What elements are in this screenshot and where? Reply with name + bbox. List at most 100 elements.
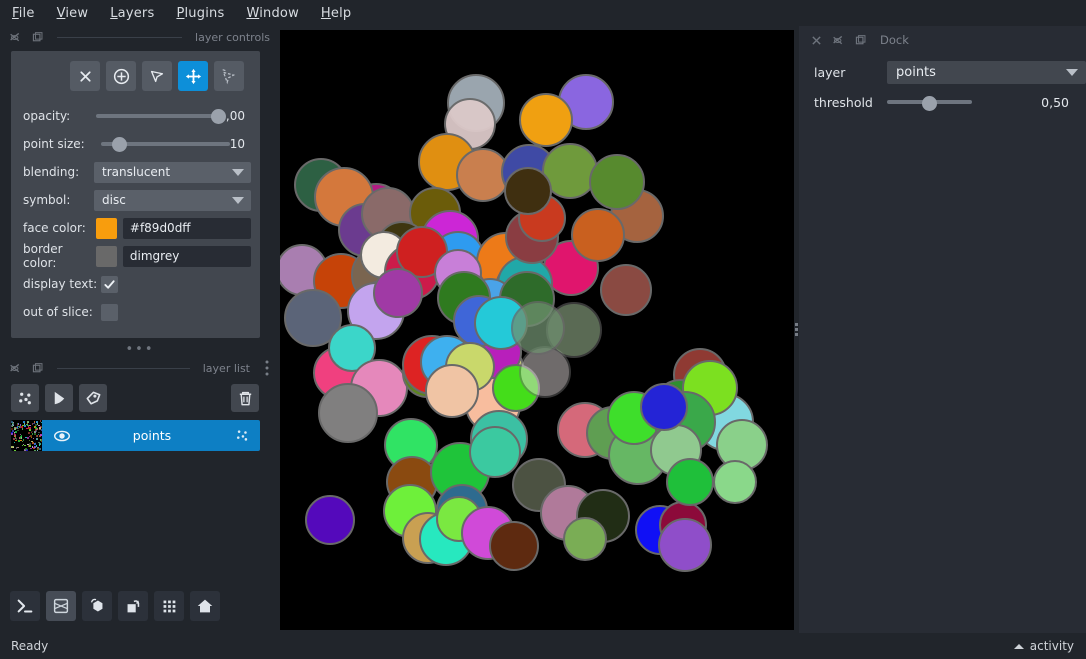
menu-bar: File View Layers Plugins Window Help — [0, 0, 1086, 26]
status-bar: Ready activity — [0, 633, 1086, 659]
symbol-row: symbol: disc — [20, 186, 251, 214]
undock-icon[interactable] — [31, 362, 44, 375]
canvas-point[interactable] — [713, 459, 757, 504]
activity-toggle[interactable]: activity — [1013, 639, 1074, 653]
canvas-point[interactable] — [511, 300, 565, 355]
grid-view-button[interactable] — [154, 591, 184, 621]
close-icon[interactable] — [810, 34, 823, 47]
points-icon — [18, 392, 31, 404]
new-shapes-button[interactable] — [45, 384, 73, 412]
dock-layer-dropdown[interactable]: points — [887, 60, 1086, 84]
undock-icon[interactable] — [31, 31, 44, 44]
canvas-point[interactable] — [666, 457, 714, 506]
thumbnail-dot — [16, 425, 19, 428]
pan-zoom-tool[interactable] — [178, 61, 208, 91]
dock-threshold-row: threshold 0,50 — [799, 87, 1086, 117]
layer-controls-header: layer controls — [0, 26, 280, 48]
transpose-dims-button[interactable] — [118, 591, 148, 621]
layer-controls-card: opacity: 1,00 point size: 10 blending: t… — [11, 51, 260, 338]
canvas-point[interactable] — [318, 382, 378, 443]
float-icon[interactable] — [832, 34, 845, 47]
chevron-down-icon — [232, 196, 244, 204]
thumbnail-dot — [40, 421, 42, 424]
thumbnail-dot — [11, 433, 13, 435]
thumbnail-dot — [34, 449, 36, 451]
canvas-point[interactable] — [658, 517, 712, 572]
canvas-point[interactable] — [373, 267, 423, 318]
ndisplay-button[interactable] — [46, 591, 76, 621]
dock-threshold-label: threshold — [814, 94, 873, 110]
home-button[interactable] — [190, 591, 220, 621]
new-points-button[interactable] — [11, 384, 39, 412]
transform-icon — [222, 69, 236, 85]
console-button[interactable] — [10, 591, 40, 621]
transform-tool[interactable] — [214, 61, 244, 91]
canvas-point[interactable] — [425, 363, 479, 418]
thumbnail-dot — [38, 447, 41, 450]
canvas-point[interactable] — [469, 425, 521, 478]
threshold-slider[interactable] — [887, 93, 972, 111]
layer-visibility-toggle[interactable] — [52, 426, 72, 446]
dock-layer-value: points — [896, 64, 936, 80]
canvas-point[interactable] — [504, 166, 552, 215]
point-size-slider[interactable] — [100, 134, 230, 154]
grid-icon — [163, 600, 176, 613]
blending-dropdown[interactable]: translucent — [94, 161, 251, 183]
border-color-field[interactable]: dimgrey — [122, 245, 251, 267]
out-of-slice-checkbox[interactable] — [101, 303, 118, 321]
thumbnail-dot — [11, 420, 13, 423]
canvas-point[interactable] — [589, 153, 645, 210]
divider — [57, 367, 190, 369]
face-color-swatch[interactable] — [96, 217, 117, 239]
thumbnail-dot — [39, 443, 41, 445]
viewer-canvas[interactable] — [280, 29, 794, 630]
new-labels-button[interactable] — [79, 384, 107, 412]
display-text-row: display text: — [20, 270, 251, 298]
menu-item-window[interactable]: Window — [246, 6, 298, 21]
layer-list-title: layer list — [202, 361, 250, 375]
canvas-point[interactable] — [571, 207, 625, 262]
display-text-checkbox[interactable] — [101, 275, 118, 293]
vertical-dots-handle[interactable] — [264, 357, 270, 379]
delete-points-tool[interactable] — [70, 61, 100, 91]
menu-item-view[interactable]: View — [57, 6, 89, 21]
menu-item-file[interactable]: File — [12, 6, 35, 21]
thumbnail-dot — [18, 440, 20, 443]
thumbnail-dot — [14, 428, 16, 431]
slider-track — [96, 114, 219, 118]
float-icon[interactable] — [9, 362, 22, 375]
points-icon — [236, 430, 248, 441]
thumbnail-dot — [38, 431, 41, 434]
roll-dims-button[interactable] — [82, 591, 112, 621]
canvas-point[interactable] — [563, 516, 607, 561]
thumbnail-dot — [26, 427, 28, 430]
select-points-tool[interactable] — [142, 61, 172, 91]
float-icon[interactable] — [9, 31, 22, 44]
canvas-point[interactable] — [305, 494, 355, 545]
add-points-tool[interactable] — [106, 61, 136, 91]
face-color-row: face color: #f89d0dff — [20, 214, 251, 242]
face-color-field[interactable]: #f89d0dff — [122, 217, 251, 239]
delete-layer-button[interactable] — [231, 384, 259, 412]
layer-controls-title: layer controls — [195, 30, 270, 44]
symbol-dropdown[interactable]: disc — [94, 189, 251, 211]
chevron-down-icon — [1066, 68, 1078, 76]
ndisplay-icon — [53, 598, 69, 614]
undock-icon[interactable] — [854, 34, 867, 47]
slider-knob[interactable] — [922, 96, 937, 111]
opacity-slider[interactable] — [96, 106, 227, 126]
thumbnail-dot — [32, 437, 35, 440]
layer-list-item-points[interactable]: points — [11, 420, 260, 451]
canvas-point[interactable] — [640, 382, 688, 431]
canvas-point[interactable] — [489, 520, 539, 571]
canvas-point[interactable] — [600, 263, 652, 316]
canvas-point[interactable] — [519, 92, 573, 147]
menu-item-plugins[interactable]: Plugins — [176, 6, 224, 21]
thumbnail-dot — [22, 438, 25, 441]
menu-item-layers[interactable]: Layers — [110, 6, 154, 21]
menu-item-help[interactable]: Help — [321, 6, 351, 21]
panel-resize-handle[interactable]: ••• — [0, 343, 280, 357]
slider-knob[interactable] — [112, 137, 128, 152]
point-size-row: point size: 10 — [20, 130, 251, 158]
border-color-swatch[interactable] — [96, 245, 117, 267]
